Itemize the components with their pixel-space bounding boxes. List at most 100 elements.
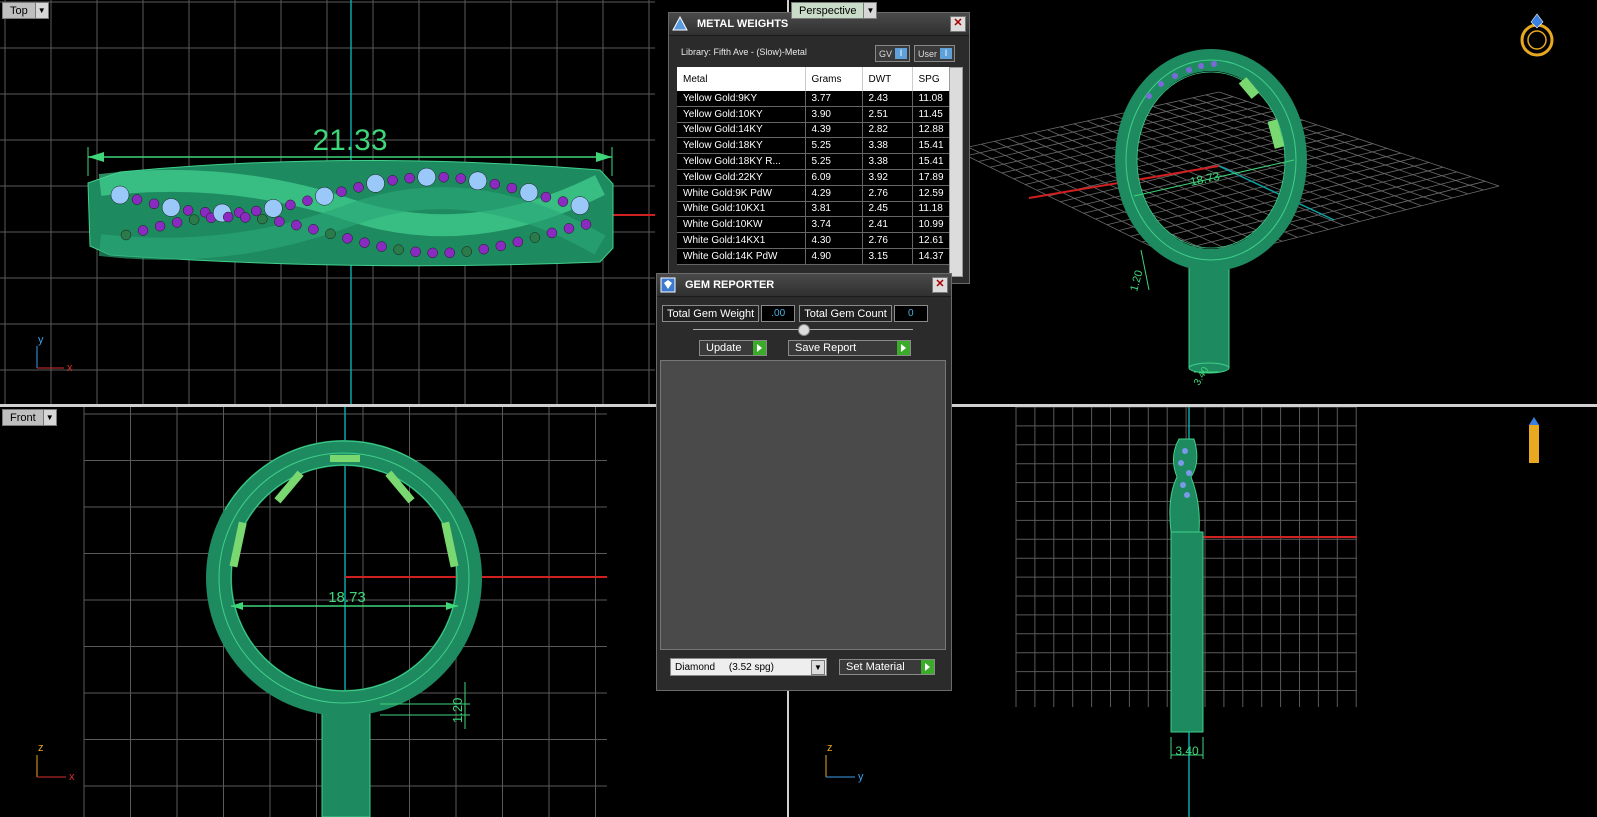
table-row[interactable]: White Gold:10KW 3.74 2.41 10.99 <box>677 216 950 234</box>
table-cell: 15.41 <box>912 153 950 170</box>
gv-toggle-label: GV <box>879 48 893 59</box>
set-material-button-label: Set Material <box>846 661 905 673</box>
table-cell: 10.99 <box>912 216 950 234</box>
ring-view-icon[interactable] <box>1520 13 1554 57</box>
table-cell: 2.76 <box>862 232 913 249</box>
viewport-label-perspective[interactable]: Perspective ▼ <box>791 2 878 19</box>
table-cell: 3.90 <box>805 106 863 123</box>
top-dimension-label: 21.33 <box>312 124 387 157</box>
table-cell: 3.15 <box>862 248 913 265</box>
table-row[interactable]: White Gold:14KX1 4.30 2.76 12.61 <box>677 232 950 249</box>
user-toggle[interactable]: User I <box>914 45 956 62</box>
table-cell: 2.41 <box>862 216 913 234</box>
table-cell: 12.61 <box>912 232 950 249</box>
slider-handle[interactable] <box>798 324 810 336</box>
front-dimension-label: 18.73 <box>328 589 366 606</box>
total-gem-weight-value: .00 <box>761 305 796 322</box>
chevron-down-icon[interactable]: ▼ <box>863 3 877 18</box>
viewport-label-front[interactable]: Front ▼ <box>2 409 57 426</box>
update-button-label: Update <box>706 342 742 354</box>
chevron-down-icon[interactable]: ▼ <box>811 660 825 675</box>
table-row[interactable]: Yellow Gold:14KY 4.39 2.82 12.88 <box>677 122 950 139</box>
table-row[interactable]: Yellow Gold:18KY 5.25 3.38 15.41 <box>677 137 950 155</box>
gem-reporter-title: GEM REPORTER <box>685 279 775 291</box>
persp-dim-main: 18.73 <box>1189 169 1222 189</box>
gv-toggle[interactable]: GV I <box>875 45 911 62</box>
table-cell: 4.39 <box>805 122 863 139</box>
column-header-dwt[interactable]: DWT <box>862 67 913 91</box>
chevron-down-icon[interactable]: ▼ <box>34 3 48 18</box>
chevron-down-icon[interactable]: ▼ <box>42 410 56 425</box>
table-cell: 3.74 <box>805 216 863 234</box>
close-icon[interactable]: ✕ <box>950 16 966 32</box>
play-icon <box>921 660 934 674</box>
viewport-perspective-name: Perspective <box>799 4 857 17</box>
table-cell: 11.45 <box>912 106 950 123</box>
table-row[interactable]: Yellow Gold:9KY 3.77 2.43 11.08 <box>677 91 950 107</box>
table-cell: 4.30 <box>805 232 863 249</box>
table-cell: White Gold:14KX1 <box>677 232 806 249</box>
scale-icon <box>669 13 691 35</box>
table-cell: 5.25 <box>805 153 863 170</box>
side-view-icon[interactable] <box>1529 417 1539 463</box>
table-cell: 3.38 <box>862 153 913 170</box>
table-row[interactable]: Yellow Gold:10KY 3.90 2.51 11.45 <box>677 106 950 123</box>
top-view-canvas[interactable]: 21.33 y x <box>0 0 655 404</box>
table-cell: 14.37 <box>912 248 950 265</box>
table-cell: 3.92 <box>862 169 913 186</box>
column-header-spg[interactable]: SPG <box>912 67 950 91</box>
viewport-top-name: Top <box>10 4 28 17</box>
table-cell: 4.90 <box>805 248 863 265</box>
persp-dim-side: 1.20 <box>1128 269 1145 293</box>
table-cell: Yellow Gold:18KY R... <box>677 153 806 170</box>
table-cell: 5.25 <box>805 137 863 155</box>
table-cell: White Gold:9K PdW <box>677 185 806 202</box>
table-cell: Yellow Gold:10KY <box>677 106 806 123</box>
table-row[interactable]: Yellow Gold:18KY R... 5.25 3.38 15.41 <box>677 153 950 170</box>
table-cell: 11.08 <box>912 91 950 107</box>
toggle-icon: I <box>895 48 908 59</box>
table-row[interactable]: Yellow Gold:22KY 6.09 3.92 17.89 <box>677 169 950 186</box>
table-cell: 3.38 <box>862 137 913 155</box>
column-header-metal[interactable]: Metal <box>677 67 806 91</box>
total-gem-count-label: Total Gem Count <box>799 305 892 322</box>
close-icon[interactable]: ✕ <box>932 277 948 293</box>
total-gem-weight-label: Total Gem Weight <box>662 305 760 322</box>
axis-z-label: z <box>38 742 44 754</box>
table-row[interactable]: White Gold:10KX1 3.81 2.45 11.18 <box>677 201 950 218</box>
table-cell: 2.76 <box>862 185 913 202</box>
table-cell: 12.59 <box>912 185 950 202</box>
play-icon <box>753 341 766 355</box>
table-cell: 12.88 <box>912 122 950 139</box>
play-icon <box>897 341 910 355</box>
material-select[interactable]: Diamond (3.52 spg) ▼ <box>670 658 827 676</box>
table-cell: Yellow Gold:9KY <box>677 91 806 107</box>
table-vertical-scrollbar[interactable] <box>949 67 963 277</box>
axis-y-label: y <box>38 334 44 346</box>
viewport-label-top[interactable]: Top ▼ <box>2 2 49 19</box>
table-cell: White Gold:14K PdW <box>677 248 806 265</box>
table-cell: 2.45 <box>862 201 913 218</box>
metal-weights-title: METAL WEIGHTS <box>697 18 789 30</box>
gem-reporter-panel: GEM REPORTER ✕ Total Gem Weight .00 Tota… <box>656 273 952 691</box>
table-cell: 15.41 <box>912 137 950 155</box>
table-cell: Yellow Gold:22KY <box>677 169 806 186</box>
table-cell: 17.89 <box>912 169 950 186</box>
front-dim-side: 1.20 <box>450 698 465 723</box>
update-button[interactable]: Update <box>699 340 767 356</box>
column-header-grams[interactable]: Grams <box>805 67 863 91</box>
table-cell: 4.29 <box>805 185 863 202</box>
material-select-value: Diamond (3.52 spg) <box>675 661 774 673</box>
table-cell: Yellow Gold:14KY <box>677 122 806 139</box>
gem-report-area[interactable] <box>660 360 946 650</box>
axis-x-label: x <box>69 771 75 783</box>
table-cell: 3.81 <box>805 201 863 218</box>
gem-reporter-titlebar[interactable]: GEM REPORTER ✕ <box>657 274 951 297</box>
metal-weights-table: Metal Grams DWT SPG Yellow Gold:9KY 3.77 2… <box>677 67 950 265</box>
table-cell: 11.18 <box>912 201 950 218</box>
table-row[interactable]: White Gold:9K PdW 4.29 2.76 12.59 <box>677 185 950 202</box>
table-row[interactable]: White Gold:14K PdW 4.90 3.15 14.37 <box>677 248 950 265</box>
viewport-top[interactable]: 21.33 y x Top ▼ <box>0 0 655 404</box>
save-report-button[interactable]: Save Report <box>788 340 911 356</box>
set-material-button[interactable]: Set Material <box>839 659 935 675</box>
